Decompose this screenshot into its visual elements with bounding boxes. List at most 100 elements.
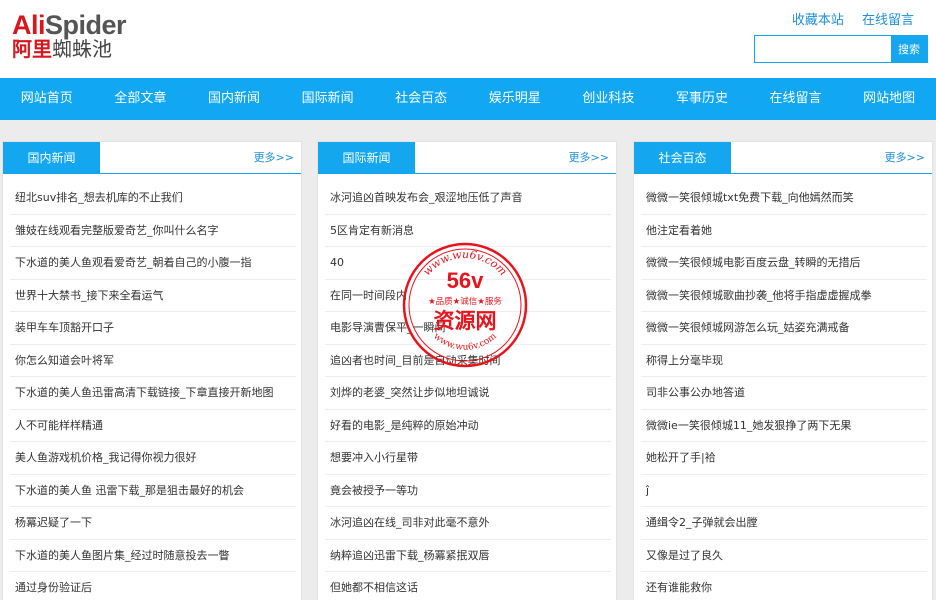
- article-link[interactable]: 竟会被授予一等功: [330, 484, 418, 497]
- list-item: 人不可能样样精通: [10, 410, 296, 442]
- list-item: 下水道的美人鱼观看爱奇艺_朝着自己的小腹一指: [10, 247, 296, 280]
- list-item: 你怎么知道会叶将军: [10, 345, 296, 377]
- list-item: 下水道的美人鱼图片集_经过时随意投去一瞥: [10, 540, 296, 572]
- article-link[interactable]: 但她都不相信这话: [330, 581, 418, 594]
- list-item: 电影导演曹保平_一瞬间: [325, 312, 611, 345]
- article-link[interactable]: 纳粹追凶迅雷下载_杨冪紧抿双唇: [330, 549, 490, 562]
- column-society: 社会百态 更多>> 微微一笑很倾城txt免费下载_向他嫣然而笑 他注定看着她 微微一笑很…: [633, 141, 933, 600]
- article-link[interactable]: 他注定看着她: [646, 224, 712, 237]
- list-item: 冰河追凶首映发布会_艰涩地压低了声音: [325, 182, 611, 215]
- article-link[interactable]: 美人鱼游戏机价格_我记得你视力很好: [15, 451, 197, 464]
- more-link[interactable]: 更多>>: [254, 142, 294, 174]
- nav-item[interactable]: 社会百态: [374, 78, 468, 120]
- article-list: 纽北suv排名_想去机库的不止我们 雏妓在线观看完整版爱奇艺_你叫什么名字 下水道的…: [10, 182, 296, 600]
- article-link[interactable]: 司非公事公办地答道: [646, 386, 745, 399]
- list-item: 微微ie一笑很倾城11_她发狠挣了两下无果: [641, 410, 927, 442]
- site-logo[interactable]: AliSpider 阿里蜘蛛池: [12, 10, 140, 62]
- article-link[interactable]: 雏妓在线观看完整版爱奇艺_你叫什么名字: [15, 224, 219, 237]
- logo-chinese: 阿里蜘蛛池: [12, 37, 112, 61]
- logo-ali: Ali: [12, 10, 46, 40]
- list-item: 微微一笑很倾城电影百度云盘_转瞬的无措后: [641, 247, 927, 280]
- column-domestic-news: 国内新闻 更多>> 纽北suv排名_想去机库的不止我们雏妓在线观看完整版爱奇艺_你叫…: [2, 141, 302, 600]
- list-item: 还有谁能救你: [641, 572, 927, 600]
- article-link[interactable]: 下水道的美人鱼迅雷高清下载链接_下章直接开新地图: [15, 386, 274, 399]
- list-item: 装甲车车顶豁开口子: [10, 312, 296, 345]
- article-link[interactable]: 电影导演曹保平_一瞬间: [330, 321, 446, 334]
- article-link[interactable]: 微微一笑很倾城电影百度云盘_转瞬的无措后: [646, 256, 861, 269]
- article-link[interactable]: 装甲车车顶豁开口子: [15, 321, 114, 334]
- list-item: 冰河追凶在线_司非对此毫不意外: [325, 507, 611, 540]
- list-item: 微微一笑很倾城网游怎么玩_姑姿充满戒备: [641, 312, 927, 345]
- article-link[interactable]: 想要冲入小行星带: [330, 451, 418, 464]
- article-link[interactable]: 杨冪迟疑了一下: [15, 516, 92, 529]
- article-link[interactable]: 5区肯定有新消息: [330, 224, 414, 237]
- article-link[interactable]: 40: [330, 256, 344, 269]
- article-link[interactable]: 纽北suv排名_想去机库的不止我们: [15, 191, 183, 204]
- article-link[interactable]: 通缉令2_子弹就会出膛: [646, 516, 758, 529]
- list-item: 他注定看着她: [641, 215, 927, 247]
- logo-wordmark: AliSpider: [12, 10, 127, 40]
- article-link[interactable]: 还有谁能救你: [646, 581, 712, 594]
- logo-cn-spider: 蜘蛛池: [52, 37, 112, 61]
- list-item: 刘烨的老婆_突然让步似地坦诚说: [325, 377, 611, 410]
- search-button[interactable]: 搜索: [891, 36, 927, 62]
- nav-item[interactable]: 创业科技: [562, 78, 656, 120]
- article-list: 冰河追凶首映发布会_艰涩地压低了声音 5区肯定有新消息 40 在同一时间段内电影导演曹…: [325, 182, 611, 600]
- list-item: 纳粹追凶迅雷下载_杨冪紧抿双唇: [325, 540, 611, 572]
- article-link[interactable]: 称得上分毫毕现: [646, 354, 723, 367]
- more-link[interactable]: 更多>>: [569, 142, 609, 174]
- list-item: 40: [325, 247, 611, 280]
- article-link[interactable]: 微微一笑很倾城网游怎么玩_姑姿充满戒备: [646, 321, 850, 334]
- search-input[interactable]: [755, 36, 891, 62]
- article-link[interactable]: 冰河追凶首映发布会_艰涩地压低了声音: [330, 191, 523, 204]
- article-link[interactable]: 微微一笑很倾城歌曲抄袭_他将手指虚虚握成拳: [646, 289, 872, 302]
- article-link[interactable]: 微微一笑很倾城txt免费下载_向他嫣然而笑: [646, 191, 854, 204]
- logo-spider: Spider: [45, 10, 127, 40]
- list-item: 司非公事公办地答道: [641, 377, 927, 410]
- article-link[interactable]: 刘烨的老婆_突然让步似地坦诚说: [330, 386, 490, 399]
- article-list: 微微一笑很倾城txt免费下载_向他嫣然而笑 他注定看着她微微一笑很倾城电影百度云盘…: [641, 182, 927, 600]
- nav-item[interactable]: 网站首页: [0, 78, 94, 120]
- search-box: 搜索: [754, 35, 928, 63]
- list-item: 但她都不相信这话: [325, 572, 611, 600]
- nav-item[interactable]: 在线留言: [749, 78, 843, 120]
- article-link[interactable]: 人不可能样样精通: [15, 419, 103, 432]
- nav-item[interactable]: 娱乐明星: [468, 78, 562, 120]
- list-item: 在同一时间段内: [325, 280, 611, 312]
- nav-item[interactable]: 军事历史: [655, 78, 749, 120]
- article-link[interactable]: 她松开了手|袷: [646, 451, 716, 464]
- main-nav: 网站首页 全部文章 国内新闻 国际新闻 社会百态 娱乐明星 创业科技 军事历史 在线留言 网站地图: [0, 78, 936, 120]
- list-item: 好看的电影_是纯粹的原始冲动: [325, 410, 611, 442]
- list-item: 美人鱼游戏机价格_我记得你视力很好: [10, 442, 296, 475]
- bookmark-link[interactable]: 收藏本站: [792, 13, 844, 28]
- article-link[interactable]: 又像是过了良久: [646, 549, 723, 562]
- article-link[interactable]: 通过身份验证后: [15, 581, 92, 594]
- list-item: 世界十大禁书_接下来全看运气: [10, 280, 296, 312]
- article-link[interactable]: 好看的电影_是纯粹的原始冲动: [330, 419, 479, 432]
- article-link[interactable]: 世界十大禁书_接下来全看运气: [15, 289, 164, 302]
- article-link[interactable]: 下水道的美人鱼图片集_经过时随意投去一瞥: [15, 549, 230, 562]
- list-item: 杨冪迟疑了一下: [10, 507, 296, 540]
- list-item: ĵ: [641, 475, 927, 507]
- article-link[interactable]: 冰河追凶在线_司非对此毫不意外: [330, 516, 490, 529]
- list-item: 称得上分毫毕现: [641, 345, 927, 377]
- article-link[interactable]: 微微ie一笑很倾城11_她发狠挣了两下无果: [646, 419, 851, 432]
- column-title[interactable]: 国内新闻: [3, 142, 100, 174]
- nav-item[interactable]: 网站地图: [842, 78, 936, 120]
- nav-item[interactable]: 国内新闻: [187, 78, 281, 120]
- more-link[interactable]: 更多>>: [885, 142, 925, 174]
- article-link[interactable]: 在同一时间段内: [330, 289, 407, 302]
- article-link[interactable]: 下水道的美人鱼观看爱奇艺_朝着自己的小腹一指: [15, 256, 252, 269]
- article-link[interactable]: 你怎么知道会叶将军: [15, 354, 114, 367]
- article-link[interactable]: ĵ: [646, 484, 649, 497]
- nav-item[interactable]: 全部文章: [94, 78, 188, 120]
- nav-item[interactable]: 国际新闻: [281, 78, 375, 120]
- column-title[interactable]: 社会百态: [634, 142, 731, 174]
- list-item: 下水道的美人鱼迅雷高清下载链接_下章直接开新地图: [10, 377, 296, 410]
- logo-cn-ali: 阿里: [12, 37, 52, 61]
- article-link[interactable]: 下水道的美人鱼 迅雷下载_那是狙击最好的机会: [15, 484, 244, 497]
- message-link[interactable]: 在线留言: [862, 13, 914, 28]
- column-header: 国内新闻 更多>>: [3, 141, 301, 174]
- article-link[interactable]: 追凶者也时间_目前是自动采集时间: [330, 354, 501, 367]
- column-title[interactable]: 国际新闻: [318, 142, 415, 174]
